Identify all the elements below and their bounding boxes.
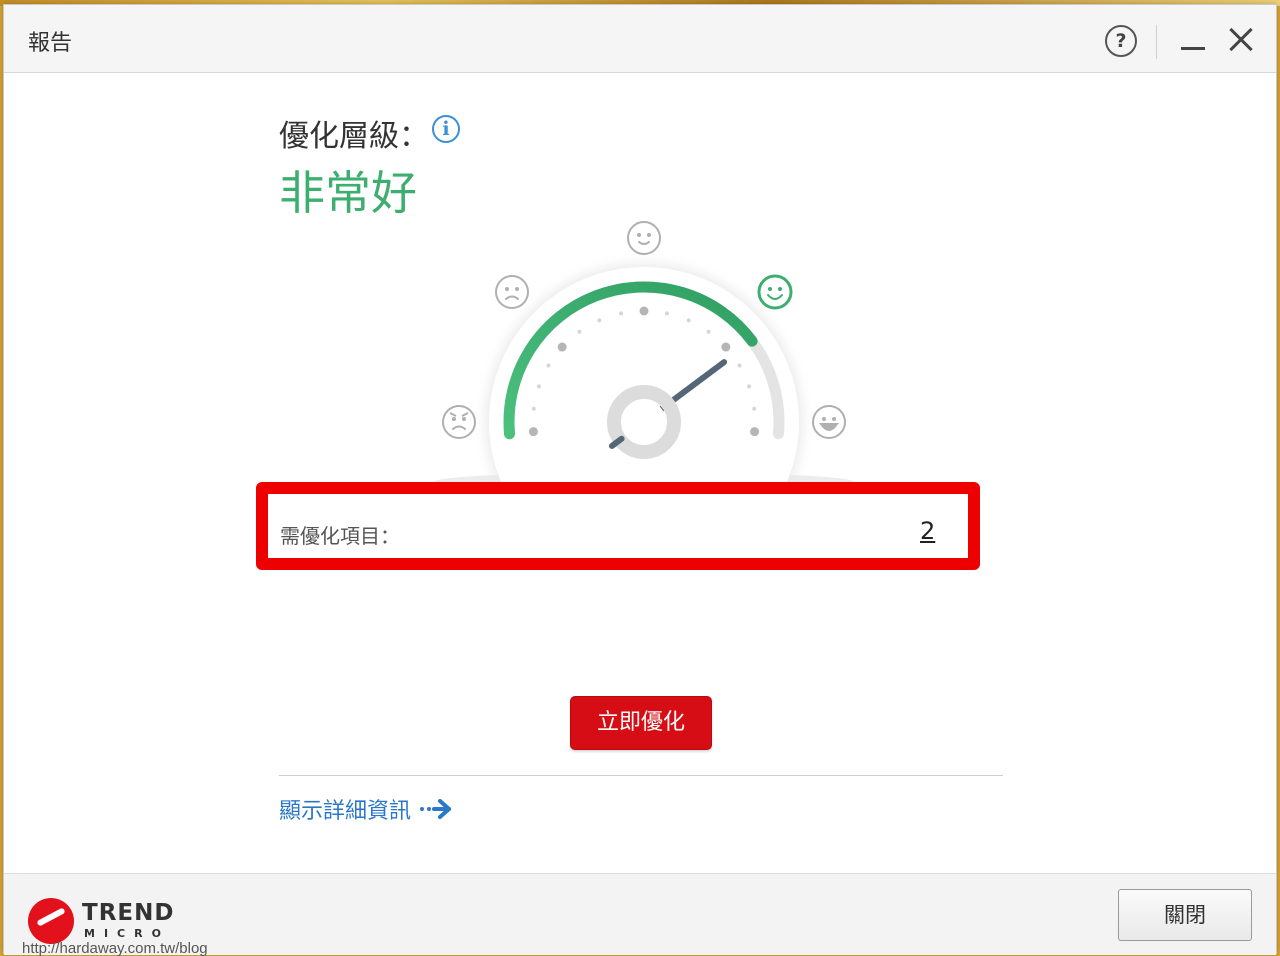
items-to-optimize-count[interactable]: 2 bbox=[920, 517, 935, 545]
gauge-tick-major bbox=[528, 427, 538, 437]
logo-brand-bottom: MICRO bbox=[84, 927, 170, 940]
gauge-tick-minor bbox=[546, 363, 551, 368]
close-window-button[interactable] bbox=[1228, 27, 1254, 53]
items-to-optimize-box: 需優化項目： 2 bbox=[256, 482, 980, 570]
sad-face-icon bbox=[495, 275, 529, 309]
watermark-text: http://hardaway.com.tw/blog bbox=[22, 940, 208, 956]
items-to-optimize-label: 需優化項目： bbox=[280, 524, 400, 548]
help-button[interactable]: ? bbox=[1105, 25, 1137, 57]
logo-brand-top: TREND bbox=[82, 900, 175, 926]
gauge-hub-center bbox=[622, 400, 666, 444]
info-icon[interactable]: i bbox=[432, 115, 460, 143]
gauge-tick-minor bbox=[747, 384, 752, 389]
optimization-gauge bbox=[424, 210, 864, 490]
happy-face-icon bbox=[757, 274, 793, 310]
optimization-level-label: 優化層級： bbox=[279, 119, 429, 154]
gauge-tick-major bbox=[721, 342, 731, 352]
gauge-tick-minor bbox=[597, 318, 602, 323]
gauge-tick-minor bbox=[752, 406, 757, 411]
titlebar-divider bbox=[1156, 25, 1157, 59]
gauge-tick-major bbox=[557, 342, 567, 352]
footer: TREND MICRO http://hardaway.com.tw/blog … bbox=[4, 873, 1276, 956]
gauge-tick-minor bbox=[531, 406, 536, 411]
gauge-tick-minor bbox=[686, 318, 691, 323]
report-window: 報告 ? 優化層級： i 非常好 需優化項目： 2 立即優化 顯示詳細資訊 TR… bbox=[3, 4, 1277, 956]
gauge-tick-minor bbox=[706, 329, 711, 334]
content-divider bbox=[279, 775, 1003, 776]
close-button[interactable]: 關閉 bbox=[1118, 889, 1252, 941]
gauge-tick-minor bbox=[577, 329, 582, 334]
gauge-tick-minor bbox=[737, 363, 742, 368]
gauge-tick-minor bbox=[664, 311, 669, 316]
optimization-level-value: 非常好 bbox=[279, 166, 417, 220]
gauge-tick-major bbox=[639, 306, 649, 316]
angry-face-icon bbox=[442, 405, 476, 439]
trend-micro-logo: TREND MICRO bbox=[28, 898, 178, 946]
arrow-right-icon bbox=[420, 799, 452, 819]
grinning-face-icon bbox=[812, 405, 846, 439]
trend-micro-logo-icon bbox=[28, 898, 74, 944]
title-bar: 報告 ? bbox=[4, 5, 1276, 73]
minimize-button[interactable] bbox=[1180, 27, 1206, 53]
show-details-link[interactable]: 顯示詳細資訊 bbox=[279, 794, 453, 824]
show-details-label: 顯示詳細資訊 bbox=[279, 799, 412, 824]
window-title: 報告 bbox=[28, 31, 73, 56]
neutral-face-icon bbox=[627, 221, 661, 255]
gauge-graphic bbox=[434, 221, 854, 490]
gauge-tick-minor bbox=[536, 384, 541, 389]
gauge-tick-minor bbox=[619, 311, 624, 316]
optimize-now-button[interactable]: 立即優化 bbox=[570, 696, 712, 750]
gauge-tick-major bbox=[750, 427, 760, 437]
